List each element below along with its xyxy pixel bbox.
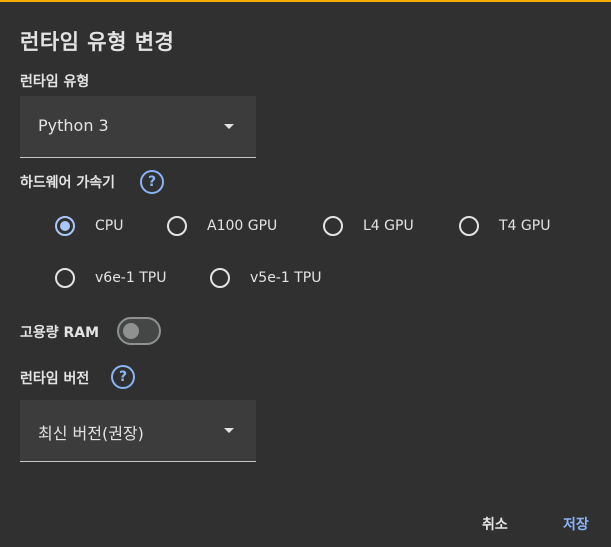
- runtime-type-label: 런타임 유형: [20, 74, 90, 90]
- radio-unchecked-icon: [459, 216, 479, 236]
- radio-label-a100-gpu: A100 GPU: [207, 218, 278, 234]
- runtime-version-value: 최신 버전(권장): [38, 424, 144, 443]
- radio-checked-icon: [55, 216, 75, 236]
- radio-t4-gpu[interactable]: T4 GPU: [459, 216, 550, 236]
- high-ram-label: 고용량 RAM: [20, 325, 100, 341]
- high-ram-toggle[interactable]: [117, 317, 161, 345]
- dialog-title: 런타임 유형 변경: [20, 30, 175, 54]
- toggle-knob: [123, 323, 139, 339]
- hardware-accelerator-label: 하드웨어 가속기: [20, 175, 116, 191]
- radio-a100-gpu[interactable]: A100 GPU: [167, 216, 277, 236]
- radio-unchecked-icon: [210, 268, 230, 288]
- chevron-down-icon: [224, 428, 234, 433]
- runtime-type-select[interactable]: Python 3: [20, 96, 256, 158]
- runtime-version-select[interactable]: 최신 버전(권장): [20, 400, 256, 462]
- radio-cpu[interactable]: CPU: [55, 216, 123, 236]
- radio-v6e-1-tpu[interactable]: v6e-1 TPU: [55, 268, 166, 288]
- radio-label-cpu: CPU: [95, 218, 124, 234]
- radio-label-l4-gpu: L4 GPU: [363, 218, 414, 234]
- radio-l4-gpu[interactable]: L4 GPU: [323, 216, 414, 236]
- radio-unchecked-icon: [167, 216, 187, 236]
- radio-label-v6e-1-tpu: v6e-1 TPU: [95, 270, 167, 286]
- top-accent-bar: [0, 0, 611, 2]
- runtime-version-label: 런타임 버전: [20, 371, 90, 387]
- radio-label-t4-gpu: T4 GPU: [499, 218, 551, 234]
- cancel-button[interactable]: 취소: [482, 514, 508, 534]
- chevron-down-icon: [224, 124, 234, 129]
- help-icon[interactable]: ?: [140, 170, 164, 194]
- radio-unchecked-icon: [323, 216, 343, 236]
- radio-unchecked-icon: [55, 268, 75, 288]
- radio-label-v5e-1-tpu: v5e-1 TPU: [250, 270, 322, 286]
- help-icon[interactable]: ?: [111, 365, 135, 389]
- radio-v5e-1-tpu[interactable]: v5e-1 TPU: [210, 268, 321, 288]
- save-button[interactable]: 저장: [563, 514, 589, 534]
- runtime-type-value: Python 3: [38, 116, 109, 135]
